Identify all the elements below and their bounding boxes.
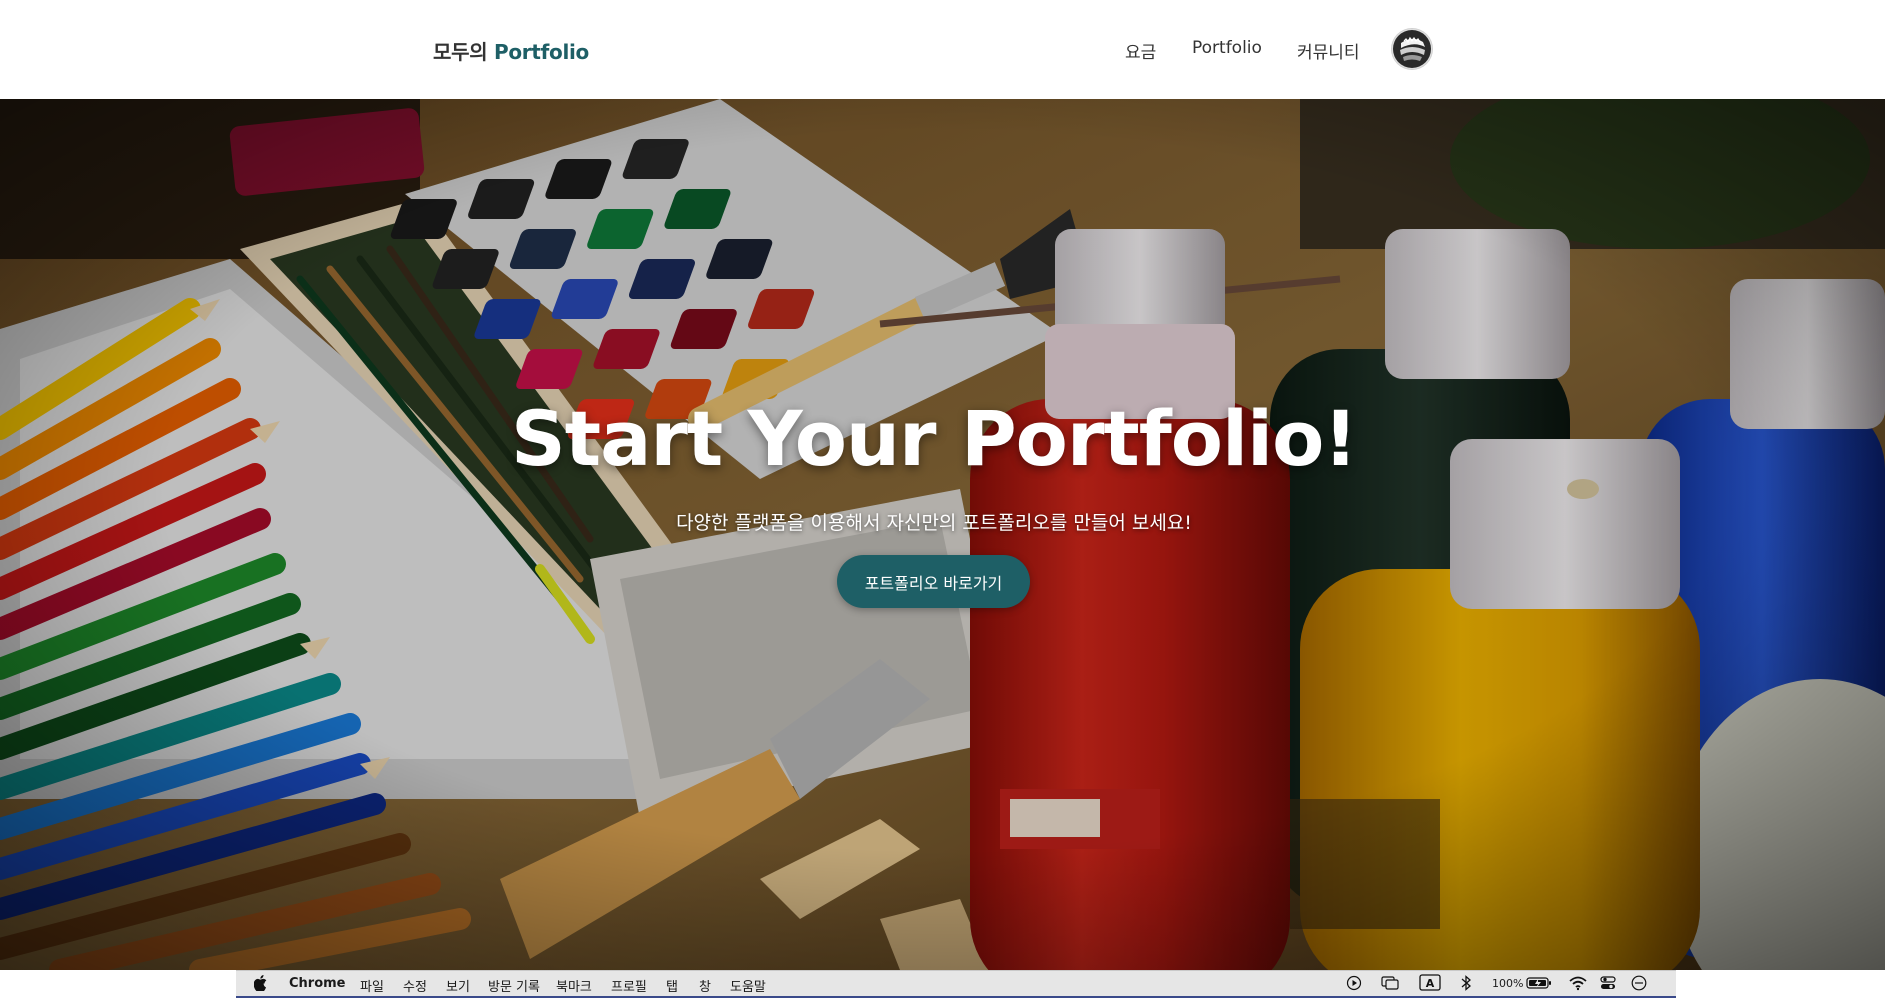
logo-prefix: 모두의 [433,40,488,64]
menu-history[interactable]: 방문 기록 [488,976,540,995]
hero-subtitle: 다양한 플랫폼을 이용해서 자신만의 포트폴리오를 만들어 보세요! [676,512,1192,534]
menu-tab[interactable]: 탭 [666,976,678,995]
nav-community-link[interactable]: 커뮤니티 [1297,38,1360,63]
menu-bookmarks[interactable]: 북마크 [556,976,592,995]
macos-menubar: Chrome 파일 수정 보기 방문 기록 북마크 프로필 탭 창 도움말 A … [236,970,1676,999]
menu-app-chrome[interactable]: Chrome [289,976,346,991]
go-to-portfolio-button[interactable]: 포트폴리오 바로가기 [837,555,1030,608]
battery-charging-icon[interactable] [1526,975,1552,995]
wifi-icon[interactable] [1569,975,1587,995]
hero-section: Start Your Portfolio! 다양한 플랫폼을 이용해서 자신만의… [0,99,1885,970]
site-header: 모두의 Portfolio 요금 Portfolio 커뮤니티 [0,0,1885,99]
apple-icon[interactable] [253,975,268,995]
nav-portfolio-link[interactable]: Portfolio [1192,38,1262,58]
control-center-icon[interactable] [1600,975,1616,995]
menu-profile[interactable]: 프로필 [611,976,647,995]
menu-edit[interactable]: 수정 [403,976,427,995]
bluetooth-icon[interactable] [1460,975,1472,995]
menu-window[interactable]: 창 [699,976,711,995]
logo-accent: Portfolio [493,40,589,64]
screen-mirroring-icon[interactable] [1381,975,1399,995]
play-icon[interactable] [1346,975,1362,995]
input-source-label: A [1426,977,1435,990]
nav-pricing-link[interactable]: 요금 [1125,38,1156,63]
hero-title: Start Your Portfolio! [511,394,1358,483]
input-source-icon[interactable]: A [1419,974,1441,996]
battery-percent: 100% [1492,977,1524,990]
menu-view[interactable]: 보기 [446,976,470,995]
menu-file[interactable]: 파일 [360,976,384,995]
menu-help[interactable]: 도움말 [730,976,766,995]
user-avatar-icon[interactable] [1392,29,1432,69]
siri-icon[interactable] [1630,975,1648,995]
site-logo[interactable]: 모두의 Portfolio [433,36,589,65]
